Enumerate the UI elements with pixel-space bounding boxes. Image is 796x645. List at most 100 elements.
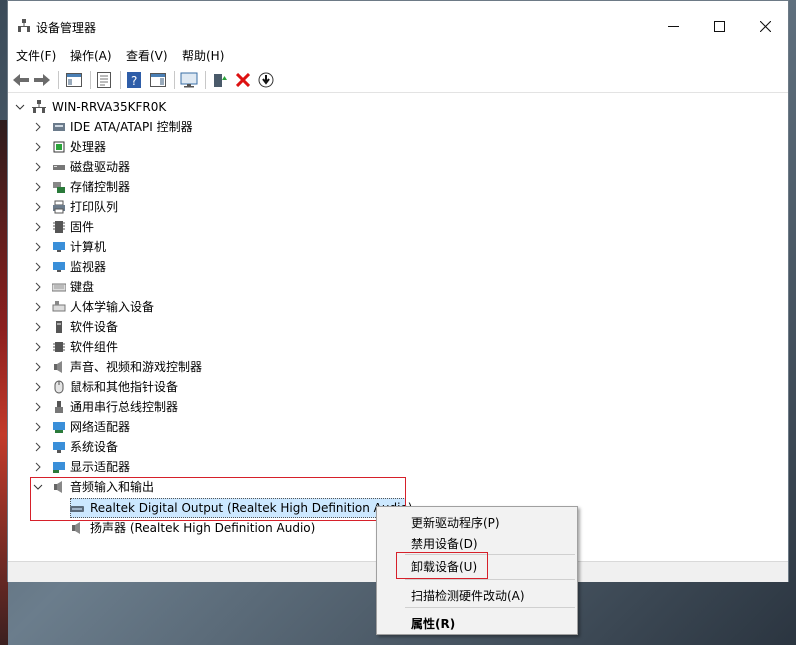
category-label: 软件组件 — [70, 340, 119, 354]
category-label: 系统设备 — [70, 440, 119, 454]
category-label: 键盘 — [70, 280, 95, 294]
tree-node-category[interactable]: IDE ATA/ATAPI 控制器 — [8, 117, 268, 137]
forward-button[interactable] — [32, 70, 52, 90]
category-label: 网络适配器 — [70, 420, 131, 434]
category-label: 固件 — [70, 220, 95, 234]
monitor-icon — [53, 262, 65, 272]
maximize-icon — [713, 21, 725, 32]
menu-help[interactable]: 帮助(H) — [182, 47, 224, 64]
close-icon — [759, 20, 771, 33]
toolbar-separator — [120, 71, 121, 89]
disk-drive-icon — [53, 165, 65, 170]
category-label: 显示适配器 — [70, 460, 131, 474]
scan-monitor-icon — [180, 72, 198, 88]
processor-icon — [53, 141, 65, 153]
software-component-icon — [53, 342, 65, 352]
tree-node-category[interactable]: 磁盘驱动器 — [8, 157, 268, 177]
category-label: 打印队列 — [70, 200, 119, 214]
tree-node-category[interactable]: 显示适配器 — [8, 457, 268, 477]
back-arrow-icon — [13, 74, 29, 86]
category-label: 存储控制器 — [70, 180, 131, 194]
console-tree-icon — [66, 73, 82, 87]
keyboard-icon — [52, 283, 66, 292]
category-label: IDE ATA/ATAPI 控制器 — [70, 120, 193, 134]
tree-node-category[interactable]: 存储控制器 — [8, 177, 268, 197]
tree-node-category[interactable]: 处理器 — [8, 137, 268, 157]
ide-controller-icon — [53, 123, 65, 131]
annotation-uninstall-box — [396, 552, 488, 579]
properties-icon — [97, 72, 111, 88]
tree-node-category[interactable]: 计算机 — [8, 237, 268, 257]
tree-node-category[interactable]: 声音、视频和游戏控制器 — [8, 357, 268, 377]
help-button[interactable]: ? — [124, 70, 144, 90]
display-adapter-icon — [53, 462, 65, 473]
tree-node-category[interactable]: 打印队列 — [8, 197, 268, 217]
menu-properties[interactable]: 属性(R) — [411, 615, 455, 632]
device-speaker[interactable]: 扬声器 (Realtek High Definition Audio) — [8, 518, 328, 538]
toolbar-separator — [205, 71, 206, 89]
toolbar-separator — [174, 71, 175, 89]
category-label: 人体学输入设备 — [70, 300, 155, 314]
category-label: 磁盘驱动器 — [70, 160, 131, 174]
toolbar-separator — [90, 71, 91, 89]
annotation-highlight-box — [30, 477, 406, 521]
tree-node-category[interactable]: 监视器 — [8, 257, 268, 277]
tree-node-category[interactable]: 系统设备 — [8, 437, 268, 457]
forward-arrow-icon — [34, 74, 50, 86]
toolbar-separator — [58, 71, 59, 89]
menu-disable-device[interactable]: 禁用设备(D) — [411, 535, 478, 552]
tree-node-category[interactable]: 通用串行总线控制器 — [8, 397, 268, 417]
close-button[interactable] — [742, 1, 788, 41]
title-bar: 设备管理器 — [8, 1, 788, 41]
firmware-icon — [53, 221, 65, 233]
action-pane-button[interactable] — [148, 70, 168, 90]
system-device-icon — [53, 442, 65, 453]
tree-root[interactable]: WIN-RRVA35KFR0K — [8, 97, 208, 117]
tree-node-category[interactable]: 键盘 — [8, 277, 268, 297]
category-label: 处理器 — [70, 140, 107, 154]
action-pane-icon — [150, 73, 166, 87]
network-adapter-icon — [53, 422, 65, 433]
svg-text:?: ? — [131, 74, 137, 88]
maximize-button[interactable] — [696, 1, 742, 41]
usb-icon — [55, 401, 63, 413]
toolbar: ? — [8, 67, 788, 93]
tree-node-category[interactable]: 软件设备 — [8, 317, 268, 337]
show-hide-console-tree-button[interactable] — [64, 70, 84, 90]
menu-scan-hardware[interactable]: 扫描检测硬件改动(A) — [411, 587, 525, 604]
computer-root-icon — [32, 100, 46, 113]
menu-bar: 文件(F) 操作(A) 查看(V) 帮助(H) — [8, 43, 788, 65]
category-label: 软件设备 — [70, 320, 119, 334]
red-x-icon — [236, 73, 250, 87]
update-driver-button[interactable] — [210, 70, 230, 90]
tree-node-category[interactable]: 网络适配器 — [8, 417, 268, 437]
category-label: 鼠标和其他指针设备 — [70, 380, 179, 394]
minimize-button[interactable] — [650, 1, 696, 41]
category-label: 计算机 — [70, 240, 107, 254]
category-label: 通用串行总线控制器 — [70, 400, 179, 414]
tree-node-category[interactable]: 软件组件 — [8, 337, 268, 357]
help-icon: ? — [127, 72, 141, 88]
menu-separator — [405, 579, 575, 580]
hid-icon — [52, 301, 66, 312]
back-button[interactable] — [11, 70, 31, 90]
software-device-icon — [56, 321, 62, 333]
category-label: 监视器 — [70, 260, 107, 274]
printer-icon — [53, 200, 65, 214]
menu-action[interactable]: 操作(A) — [70, 47, 112, 64]
properties-button[interactable] — [94, 70, 114, 90]
root-label: WIN-RRVA35KFR0K — [52, 100, 167, 114]
tree-node-category[interactable]: 鼠标和其他指针设备 — [8, 377, 268, 397]
device-manager-icon — [18, 19, 30, 32]
scan-hardware-button[interactable] — [179, 70, 199, 90]
menu-update-driver[interactable]: 更新驱动程序(P) — [411, 514, 500, 531]
menu-view[interactable]: 查看(V) — [126, 47, 168, 64]
uninstall-device-button[interactable] — [233, 70, 253, 90]
storage-controller-icon — [53, 182, 65, 193]
tree-node-category[interactable]: 固件 — [8, 217, 268, 237]
menu-file[interactable]: 文件(F) — [16, 47, 56, 64]
tree-node-category[interactable]: 人体学输入设备 — [8, 297, 268, 317]
download-circle-icon — [258, 72, 274, 88]
window-title: 设备管理器 — [36, 21, 97, 35]
enable-device-button[interactable] — [256, 70, 276, 90]
